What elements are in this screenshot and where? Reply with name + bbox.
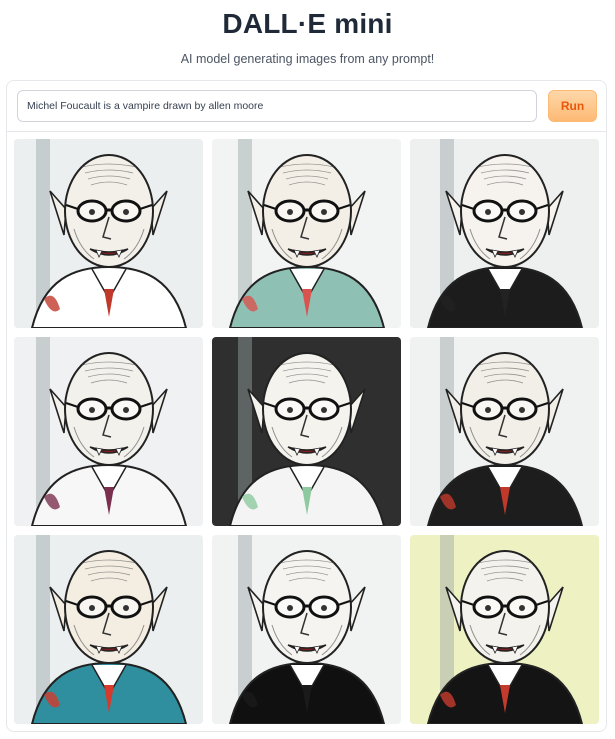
- app-title: DALL·E mini: [222, 8, 393, 39]
- prompt-input[interactable]: [17, 90, 537, 122]
- result-image-9[interactable]: [410, 535, 599, 724]
- result-image-4[interactable]: [14, 337, 203, 526]
- result-image-8[interactable]: [212, 535, 401, 724]
- results-grid: [14, 139, 599, 724]
- result-image-7[interactable]: [14, 535, 203, 724]
- result-image-6[interactable]: [410, 337, 599, 526]
- result-image-1[interactable]: [14, 139, 203, 328]
- run-button[interactable]: Run: [548, 90, 597, 122]
- result-image-3[interactable]: [410, 139, 599, 328]
- result-image-5[interactable]: [212, 337, 401, 526]
- generator-panel: Run: [6, 80, 607, 732]
- result-image-2[interactable]: [212, 139, 401, 328]
- prompt-row: Run: [7, 81, 606, 132]
- app-subtitle: AI model generating images from any prom…: [180, 52, 435, 66]
- page: DALL·E mini AI model generating images f…: [0, 0, 615, 739]
